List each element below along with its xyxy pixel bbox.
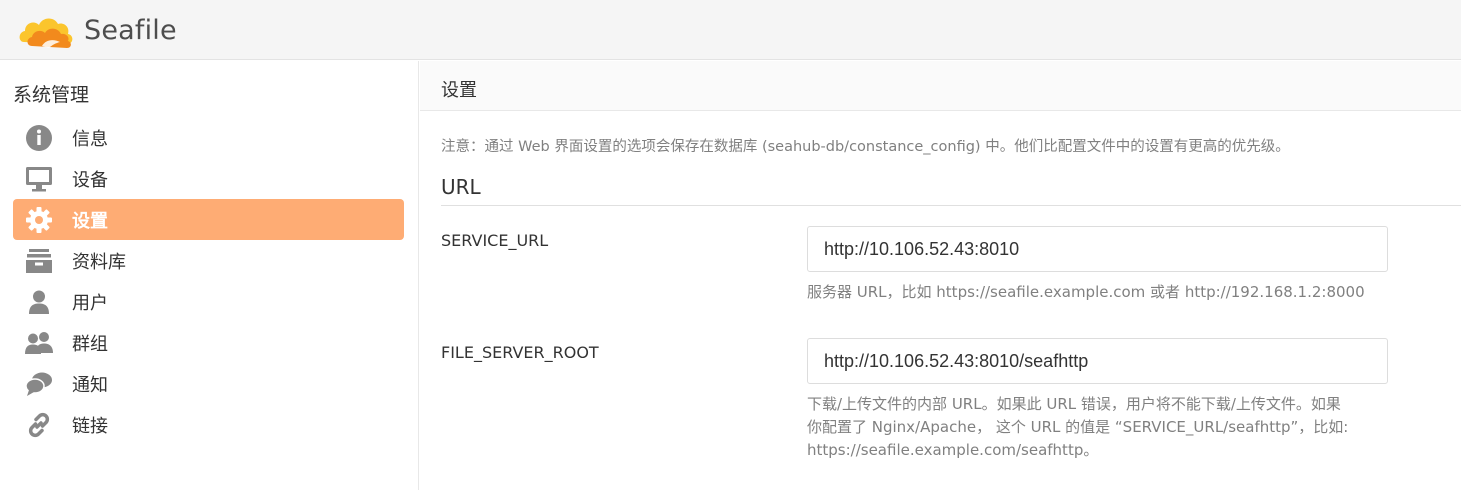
help-line: 服务器 URL，比如 https://seafile.example.com 或… (807, 283, 1365, 301)
main-panel: 设置 注意：通过 Web 界面设置的选项会保存在数据库 (seahub-db/c… (420, 61, 1461, 490)
service-url-label: SERVICE_URL (441, 231, 549, 250)
sidebar-item-settings[interactable]: 设置 (13, 199, 404, 240)
sidebar-item-devices[interactable]: 设备 (13, 158, 404, 199)
archive-icon (24, 246, 54, 276)
section-title-url: URL (441, 175, 481, 199)
sidebar-item-label: 链接 (72, 415, 108, 437)
sidebar-item-groups[interactable]: 群组 (13, 322, 404, 363)
file-server-root-input[interactable] (807, 338, 1388, 384)
top-header: Seafile (0, 0, 1461, 60)
service-url-help: 服务器 URL，比如 https://seafile.example.com 或… (807, 281, 1365, 304)
sidebar: 系统管理 信息 设备 设置 资料库 用户 群组 通知 链接 (0, 61, 419, 490)
sidebar-item-label: 通知 (72, 374, 108, 396)
file-server-root-help: 下载/上传文件的内部 URL。如果此 URL 错误，用户将不能下载/上传文件。如… (807, 393, 1348, 462)
info-icon (24, 123, 54, 153)
sidebar-item-label: 资料库 (72, 251, 126, 273)
sidebar-item-notifications[interactable]: 通知 (13, 363, 404, 404)
user-icon (24, 287, 54, 317)
settings-notice: 注意：通过 Web 界面设置的选项会保存在数据库 (seahub-db/cons… (441, 139, 1290, 155)
sidebar-item-label: 设置 (72, 210, 108, 232)
gear-icon (24, 205, 54, 235)
sidebar-title: 系统管理 (13, 84, 90, 106)
help-line: 下载/上传文件的内部 URL。如果此 URL 错误，用户将不能下载/上传文件。如… (807, 395, 1341, 413)
sidebar-item-users[interactable]: 用户 (13, 281, 404, 322)
sidebar-item-libraries[interactable]: 资料库 (13, 240, 404, 281)
link-icon (24, 410, 54, 440)
logo-text: Seafile (84, 14, 177, 46)
help-line: 你配置了 Nginx/Apache， 这个 URL 的值是 “SERVICE_U… (807, 418, 1349, 436)
main-header: 设置 (420, 61, 1461, 111)
service-url-input[interactable] (807, 226, 1388, 272)
sidebar-item-label: 设备 (72, 169, 108, 191)
sidebar-item-links[interactable]: 链接 (13, 404, 404, 445)
monitor-icon (24, 164, 54, 194)
group-icon (24, 328, 54, 358)
sidebar-item-info[interactable]: 信息 (13, 117, 404, 158)
page-title: 设置 (441, 80, 477, 101)
file-server-root-label: FILE_SERVER_ROOT (441, 343, 599, 362)
sidebar-item-label: 信息 (72, 128, 108, 150)
section-divider (441, 205, 1461, 206)
sidebar-item-label: 群组 (72, 333, 108, 355)
cloud-logo-icon (19, 18, 73, 48)
chat-icon (24, 369, 54, 399)
seafile-logo[interactable]: Seafile (16, 8, 177, 52)
sidebar-nav: 信息 设备 设置 资料库 用户 群组 通知 链接 (13, 117, 404, 445)
sidebar-item-label: 用户 (72, 292, 108, 314)
help-line: https://seafile.example.com/seafhttp。 (807, 441, 1099, 459)
